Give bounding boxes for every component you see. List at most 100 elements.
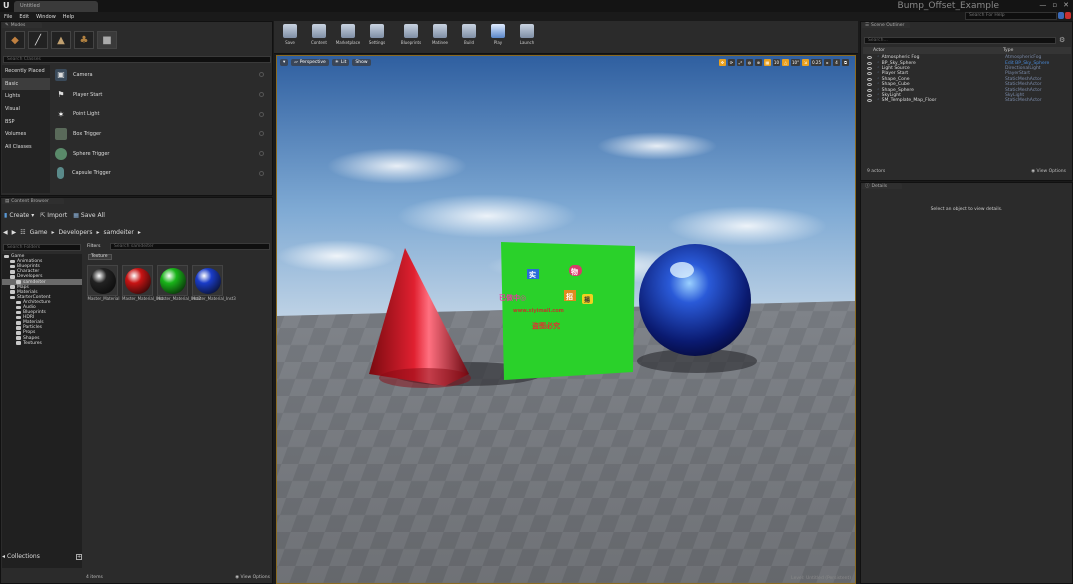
toolbar-matinee-button[interactable]: Matinee <box>428 24 452 52</box>
visibility-eye-icon[interactable] <box>867 61 872 65</box>
category-bsp[interactable]: BSP <box>2 115 50 128</box>
rotate-tool-icon[interactable]: ⟳ <box>727 59 735 66</box>
asset-tile[interactable]: Master_Material_Inst2 <box>157 265 201 303</box>
outliner-row[interactable]: ◦ Atmospheric Fog AtmosphericFog <box>863 55 1071 60</box>
filters-button[interactable]: Filters <box>87 244 107 249</box>
content-browser-tab[interactable]: ▤ Content Browser <box>2 198 64 204</box>
no-entry-icon[interactable] <box>1065 12 1071 19</box>
camera-speed-value[interactable]: 4 <box>833 59 840 66</box>
toolbar-content-button[interactable]: Content <box>307 24 331 52</box>
scene-outliner-tab[interactable]: ☰ Scene Outliner <box>862 22 910 28</box>
world-space-icon[interactable]: ◍ <box>745 59 753 66</box>
category-all-classes[interactable]: All Classes <box>2 141 50 154</box>
visibility-eye-icon[interactable] <box>867 66 872 70</box>
toolbar-play-button[interactable]: Play <box>486 24 510 52</box>
help-icon[interactable] <box>259 72 264 78</box>
forward-arrow-icon[interactable]: ▶ <box>12 229 17 236</box>
visibility-eye-icon[interactable] <box>867 93 872 97</box>
folder-tree-item[interactable]: Textures <box>2 341 82 346</box>
breadcrumb-game[interactable]: Game <box>30 229 48 236</box>
view-options-button[interactable]: ◉ View Options <box>235 575 270 582</box>
outliner-row[interactable]: ◦ Shape_Sphere StaticMeshActor <box>863 87 1071 93</box>
place-mode-icon[interactable]: ◆ <box>5 31 25 49</box>
toolbar-build-button[interactable]: Build <box>457 24 481 52</box>
place-item-box-trigger[interactable]: Box Trigger <box>53 124 268 144</box>
minimize-button[interactable]: — <box>1039 1 1046 11</box>
unreal-logo-icon[interactable]: U <box>3 1 13 11</box>
toolbar-settings-button[interactable]: Settings <box>365 24 389 52</box>
modes-tab[interactable]: ✎ Modes <box>2 22 42 28</box>
show-button[interactable]: Show <box>352 59 371 66</box>
foliage-mode-icon[interactable]: ♣ <box>74 31 94 49</box>
save-all-button[interactable]: ▦ Save All <box>73 212 105 219</box>
visibility-eye-icon[interactable] <box>867 72 872 76</box>
visibility-eye-icon[interactable] <box>867 83 872 87</box>
rotation-snap-icon[interactable]: △ <box>782 59 789 66</box>
menu-window[interactable]: Window <box>36 14 56 20</box>
help-icon[interactable] <box>259 151 264 157</box>
collections-header[interactable]: ◂ Collections + <box>2 552 82 561</box>
category-lights[interactable]: Lights <box>2 90 50 103</box>
asset-tile[interactable]: Master_Material_Inst <box>122 265 163 303</box>
scale-snap-value[interactable]: 0.25 <box>811 59 822 66</box>
place-item-capsule-trigger[interactable]: Capsule Trigger <box>53 163 268 183</box>
add-collection-icon[interactable]: + <box>76 553 82 560</box>
maximize-viewport-icon[interactable]: ⧉ <box>842 59 849 66</box>
level-viewport[interactable]: 实 物 已做中◎ www.xiyimall.com 盗图必究 招 揚 ▾ ▱ Pe… <box>276 55 856 584</box>
help-icon[interactable] <box>259 131 264 137</box>
close-button[interactable]: ✕ <box>1063 1 1069 11</box>
visibility-eye-icon[interactable] <box>867 77 872 81</box>
scale-tool-icon[interactable]: ⤢ <box>736 59 744 66</box>
category-volumes[interactable]: Volumes <box>2 128 50 141</box>
category-basic[interactable]: Basic <box>2 77 50 91</box>
actor-column-header[interactable]: Actor <box>863 48 1003 53</box>
menu-edit[interactable]: Edit <box>19 14 29 20</box>
level-tab[interactable]: Untitled <box>14 1 98 12</box>
texture-filter-tag[interactable]: Texture <box>88 254 112 260</box>
maximize-button[interactable]: ▫ <box>1052 1 1057 11</box>
help-icon[interactable] <box>259 170 264 176</box>
outliner-row[interactable]: ◦ BP_Sky_Sphere Edit BP_Sky_Sphere <box>863 60 1071 66</box>
geometry-mode-icon[interactable]: ■ <box>97 31 117 49</box>
outliner-view-options-button[interactable]: ◉ View Options <box>1031 169 1066 174</box>
blue-sphere[interactable] <box>639 244 751 356</box>
path-root-icon[interactable]: ☷ <box>20 229 25 236</box>
asset-search-input[interactable]: Search samdeiter <box>110 243 270 250</box>
visibility-eye-icon[interactable] <box>867 56 872 60</box>
help-icon[interactable] <box>259 92 264 98</box>
outliner-search-input[interactable]: Search... <box>864 37 1056 44</box>
place-item-sphere-trigger[interactable]: Sphere Trigger <box>53 144 268 164</box>
menu-help[interactable]: Help <box>63 14 74 20</box>
lit-button[interactable]: ☀ Lit <box>331 59 350 66</box>
help-search-input[interactable]: Search For Help <box>965 12 1057 20</box>
grid-snap-icon[interactable]: ▦ <box>763 59 771 66</box>
viewport-scene[interactable]: 实 物 已做中◎ www.xiyimall.com 盗图必究 招 揚 <box>277 56 856 584</box>
search-icon[interactable] <box>1058 12 1064 19</box>
camera-speed-icon[interactable]: ▸ <box>824 59 831 66</box>
paint-mode-icon[interactable]: ╱ <box>28 31 48 49</box>
back-arrow-icon[interactable]: ◀ <box>3 229 8 236</box>
move-tool-icon[interactable]: ✥ <box>718 59 726 66</box>
landscape-mode-icon[interactable]: ▲ <box>51 31 71 49</box>
viewport-menu-button[interactable]: ▾ <box>280 59 289 66</box>
outliner-row[interactable]: ◦ Shape_Cube StaticMeshActor <box>863 82 1071 87</box>
create-button[interactable]: ▮ Create ▾ <box>4 212 34 219</box>
toolbar-save-button[interactable]: Save <box>278 24 302 52</box>
visibility-eye-icon[interactable] <box>867 99 872 103</box>
surface-snap-icon[interactable]: ⊕ <box>754 59 762 66</box>
category-visual[interactable]: Visual <box>2 103 50 116</box>
grid-snap-value[interactable]: 10 <box>772 59 780 66</box>
visibility-eye-icon[interactable] <box>867 88 872 92</box>
category-recently-placed[interactable]: Recently Placed <box>2 65 50 78</box>
breadcrumb-samdeiter[interactable]: samdeiter <box>104 229 134 236</box>
asset-tile[interactable]: Master_Material_Inst3 <box>192 265 236 303</box>
toolbar-blueprints-button[interactable]: Blueprints <box>399 24 423 52</box>
perspective-button[interactable]: ▱ Perspective <box>291 59 329 66</box>
breadcrumb-developers[interactable]: Developers <box>59 229 93 236</box>
edit-blueprint-link[interactable]: Edit BP_Sky_Sphere <box>1005 61 1049 66</box>
class-search-input[interactable]: Search Classes <box>3 56 271 63</box>
asset-tile[interactable]: Master_Material <box>87 265 120 303</box>
scale-snap-icon[interactable]: ⇲ <box>802 59 810 66</box>
menu-file[interactable]: File <box>4 14 12 20</box>
place-item-player-start[interactable]: ⚑ Player Start <box>53 85 268 105</box>
